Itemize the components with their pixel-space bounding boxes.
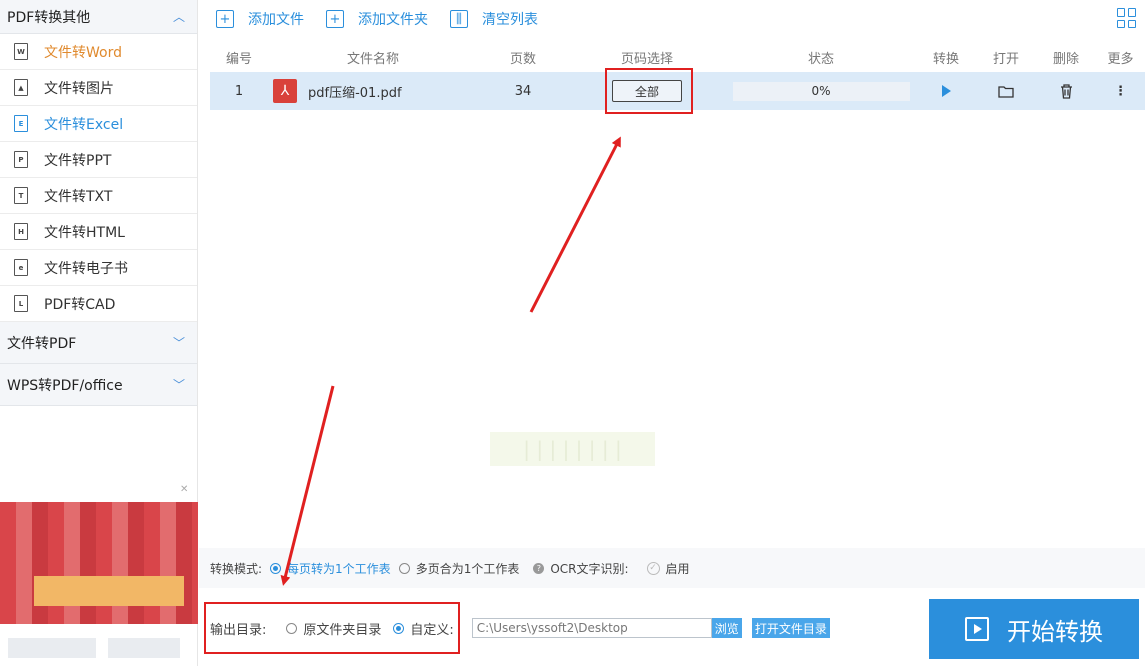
word-file-icon: W (14, 43, 28, 60)
close-icon[interactable]: ✕ (180, 484, 188, 495)
ocr-label: OCR文字识别: (550, 561, 629, 576)
help-icon[interactable]: ? (533, 562, 545, 574)
annotation-box-page-select (605, 68, 693, 114)
status-cell: 0% (726, 81, 916, 101)
watermark: | | | | | | | | (490, 432, 655, 466)
folder-icon (998, 85, 1014, 98)
chevron-down-icon: ﹀ (172, 378, 185, 392)
trash-icon: ⫼ (450, 10, 468, 28)
column-header: 页数 (509, 51, 536, 67)
sidebar-section-label: 文件转PDF (7, 335, 77, 352)
sidebar-item-label: 文件转TXT (44, 188, 113, 205)
add-folder-icon: + (326, 10, 344, 28)
column-header: 打开 (992, 51, 1019, 67)
add-file-button[interactable]: + 添加文件 (216, 9, 304, 29)
sidebar-section-pdf-to-other[interactable]: PDF转换其他 ︿ (0, 0, 197, 34)
start-conversion-label: 开始转换 (1007, 617, 1103, 646)
sidebar-item-to-html[interactable]: H 文件转HTML (0, 214, 197, 250)
convert-button[interactable] (916, 85, 976, 97)
open-directory-button[interactable]: 打开文件目录 (751, 618, 830, 638)
promo-footer-blur (8, 638, 96, 658)
ebook-file-icon: e (14, 259, 28, 276)
sidebar-item-label: 文件转电子书 (44, 260, 128, 277)
sidebar-section-file-to-pdf[interactable]: 文件转PDF ﹀ (0, 322, 197, 364)
sidebar-item-label: 文件转Word (44, 44, 122, 61)
clear-list-label: 清空列表 (482, 12, 538, 28)
app-window: PDF转换其他 ︿ W 文件转Word ▲ 文件转图片 E 文件转Excel P… (0, 0, 1145, 666)
chevron-down-icon: ﹀ (172, 336, 185, 350)
column-header: 页码选择 (620, 51, 673, 67)
delete-button[interactable] (1036, 83, 1096, 99)
progress-bar: 0% (732, 81, 910, 101)
column-header: 转换 (932, 51, 959, 67)
sidebar-item-to-word[interactable]: W 文件转Word (0, 34, 197, 70)
play-icon (965, 617, 989, 641)
sidebar-section-wps-to-pdf[interactable]: WPS转PDF/office ﹀ (0, 364, 197, 406)
excel-file-icon: E (14, 115, 28, 132)
play-icon (941, 85, 951, 97)
sidebar-item-label: 文件转Excel (44, 116, 124, 133)
column-header: 更多 (1107, 51, 1134, 67)
html-file-icon: H (14, 223, 28, 240)
sidebar-item-label: 文件转图片 (44, 80, 114, 97)
open-folder-button[interactable] (976, 85, 1036, 98)
column-header: 文件名称 (346, 51, 399, 67)
sidebar-item-to-excel[interactable]: E 文件转Excel (0, 106, 197, 142)
ppt-file-icon: P (14, 151, 28, 168)
table-header: 编号 文件名称 页数 页码选择 状态 转换 打开 删除 更多 (210, 44, 1145, 70)
sidebar-item-label: 文件转HTML (44, 224, 125, 241)
sidebar-item-to-txt[interactable]: T 文件转TXT (0, 178, 197, 214)
file-name: pdf压缩-01.pdf (308, 85, 402, 101)
mode-option-merge[interactable]: 多页合为1个工作表 (416, 560, 520, 577)
file-name-cell: ⅄ pdf压缩-01.pdf (268, 79, 478, 103)
column-header: 删除 (1052, 51, 1079, 67)
row-index: 1 (234, 83, 244, 99)
conversion-mode-bar: 转换模式: 每页转为1个工作表 多页合为1个工作表 ? OCR文字识别: ✓ 启… (199, 548, 1145, 588)
promo-banner[interactable] (0, 502, 198, 624)
image-file-icon: ▲ (14, 79, 28, 96)
add-file-label: 添加文件 (248, 12, 304, 28)
grid-view-icon[interactable] (1117, 8, 1137, 28)
mode-radio-per-page[interactable] (270, 562, 282, 574)
sidebar-section-label: WPS转PDF/office (7, 377, 123, 394)
trash-icon (1060, 83, 1072, 99)
toolbar: + 添加文件 + 添加文件夹 ⫼ 清空列表 (199, 0, 1145, 38)
promo-banner-highlight (34, 576, 184, 606)
column-header: 状态 (807, 51, 834, 67)
sidebar-item-to-image[interactable]: ▲ 文件转图片 (0, 70, 197, 106)
sidebar-item-pdf-to-cad[interactable]: L PDF转CAD (0, 286, 197, 322)
annotation-arrow (529, 136, 621, 313)
sidebar-item-label: PDF转CAD (44, 296, 116, 313)
sidebar-item-to-ebook[interactable]: e 文件转电子书 (0, 250, 197, 286)
mode-label: 转换模式: (210, 561, 263, 576)
sidebar-item-to-ppt[interactable]: P 文件转PPT (0, 142, 197, 178)
add-folder-label: 添加文件夹 (358, 12, 428, 28)
clear-list-button[interactable]: ⫼ 清空列表 (450, 9, 538, 29)
add-folder-button[interactable]: + 添加文件夹 (326, 9, 428, 29)
output-path-input[interactable]: C:\Users\yssoft2\Desktop (471, 618, 712, 638)
txt-file-icon: T (14, 187, 28, 204)
ocr-enable-label[interactable]: 启用 (666, 560, 690, 577)
page-count: 34 (514, 83, 532, 99)
start-conversion-button[interactable]: 开始转换 (929, 599, 1139, 659)
more-icon[interactable]: ⋮ (1096, 84, 1145, 99)
add-file-icon: + (216, 10, 234, 28)
mode-radio-merge[interactable] (398, 562, 410, 574)
column-header: 编号 (225, 51, 252, 67)
ocr-checkbox[interactable]: ✓ (646, 561, 660, 575)
pdf-file-icon: ⅄ (273, 79, 297, 103)
chevron-up-icon: ︿ (172, 10, 185, 24)
cad-file-icon: L (14, 295, 28, 312)
sidebar-section-label: PDF转换其他 (7, 9, 91, 26)
mode-option-per-page[interactable]: 每页转为1个工作表 (287, 560, 391, 577)
annotation-box-output (204, 602, 460, 654)
promo-footer-blur (108, 638, 180, 658)
browse-button[interactable]: 浏览 (711, 618, 742, 638)
sidebar-item-label: 文件转PPT (44, 152, 112, 169)
